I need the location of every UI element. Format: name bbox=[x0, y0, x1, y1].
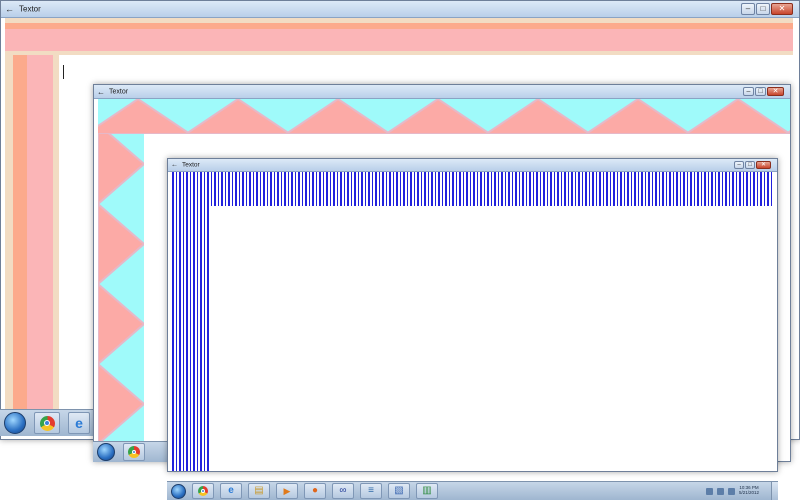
close-button[interactable]: ✕ bbox=[771, 3, 793, 15]
system-tray: 10:36 PM 5/21/2012 bbox=[705, 485, 765, 496]
folder-icon: ▤ bbox=[254, 485, 264, 496]
textor-window-3[interactable]: ← Textor – □ ✕ bbox=[167, 158, 778, 472]
window-title: Textor bbox=[182, 161, 200, 169]
maximize-icon: □ bbox=[760, 4, 766, 13]
chrome-icon bbox=[128, 446, 140, 458]
network-taskbar-button[interactable]: ∞ bbox=[332, 483, 354, 499]
volume-icon[interactable] bbox=[716, 487, 724, 495]
media-player-icon: ▶ bbox=[283, 485, 291, 496]
firefox-icon: ● bbox=[311, 485, 319, 496]
internet-explorer-taskbar-button[interactable]: e bbox=[68, 412, 90, 434]
window-title: Textor bbox=[109, 88, 129, 95]
chrome-icon bbox=[198, 486, 208, 496]
start-orb-icon[interactable] bbox=[97, 443, 115, 461]
triangle-pattern-left bbox=[98, 134, 144, 443]
chrome-icon bbox=[39, 415, 55, 431]
maximize-button[interactable]: □ bbox=[756, 3, 770, 15]
internet-explorer-icon: e bbox=[75, 415, 83, 431]
close-icon: ✕ bbox=[778, 4, 786, 13]
notepad-icon: ≡ bbox=[368, 485, 374, 496]
title-bar[interactable]: ← Textor – □ ✕ bbox=[94, 85, 790, 99]
taskbar-3: e ▤ ▶ ● ∞ ≡ ▧ ▥ 10:36 PM 5/21/2012 bbox=[167, 481, 778, 500]
start-orb-icon[interactable] bbox=[4, 412, 26, 434]
maximize-icon: □ bbox=[758, 88, 763, 95]
internet-explorer-taskbar-button[interactable]: e bbox=[220, 483, 242, 499]
close-button[interactable]: ✕ bbox=[767, 87, 784, 96]
decorative-border-left bbox=[5, 55, 59, 409]
title-bar[interactable]: ← Textor – □ ✕ bbox=[1, 1, 799, 18]
minimize-button[interactable]: – bbox=[741, 3, 755, 15]
network-icon: ∞ bbox=[339, 485, 347, 496]
close-icon: ✕ bbox=[772, 88, 779, 95]
firefox-taskbar-button[interactable]: ● bbox=[304, 483, 326, 499]
decorative-border-left bbox=[172, 206, 210, 471]
back-arrow-icon[interactable]: ← bbox=[171, 162, 178, 169]
paint-icon: ▧ bbox=[394, 485, 404, 496]
chrome-taskbar-button[interactable] bbox=[192, 483, 214, 499]
taskbar-1: e bbox=[0, 409, 96, 436]
textor-icon: ▥ bbox=[422, 485, 432, 496]
decorative-border-left bbox=[98, 134, 144, 443]
close-button[interactable]: ✕ bbox=[756, 161, 771, 169]
decorative-border-top bbox=[5, 18, 793, 55]
window-controls: – □ ✕ bbox=[743, 87, 784, 96]
start-orb-icon[interactable] bbox=[171, 483, 186, 499]
textor-taskbar-button[interactable]: ▥ bbox=[416, 483, 438, 499]
text-editing-area[interactable] bbox=[210, 206, 773, 471]
window-title: Textor bbox=[19, 4, 41, 14]
show-desktop-button[interactable] bbox=[771, 482, 778, 500]
paint-taskbar-button[interactable]: ▧ bbox=[388, 483, 410, 499]
minimize-button[interactable]: – bbox=[734, 161, 744, 169]
minimize-icon: – bbox=[745, 4, 751, 13]
window-controls: – □ ✕ bbox=[741, 3, 793, 15]
network-status-icon[interactable] bbox=[705, 487, 713, 495]
triangle-pattern-top bbox=[98, 99, 790, 134]
maximize-button[interactable]: □ bbox=[745, 161, 755, 169]
close-icon: ✕ bbox=[760, 162, 767, 168]
clock-date: 5/21/2012 bbox=[738, 490, 759, 495]
clock[interactable]: 10:36 PM 5/21/2012 bbox=[738, 485, 759, 496]
media-player-taskbar-button[interactable]: ▶ bbox=[276, 483, 298, 499]
maximize-icon: □ bbox=[748, 162, 752, 168]
decorative-border-top bbox=[98, 99, 790, 134]
minimize-icon: – bbox=[746, 88, 751, 95]
back-arrow-icon[interactable]: ← bbox=[5, 4, 14, 14]
text-caret bbox=[63, 65, 64, 79]
windows-explorer-taskbar-button[interactable]: ▤ bbox=[248, 483, 270, 499]
maximize-button[interactable]: □ bbox=[755, 87, 766, 96]
chrome-taskbar-button[interactable] bbox=[123, 443, 145, 461]
window-controls: – □ ✕ bbox=[734, 161, 771, 169]
internet-explorer-icon: e bbox=[228, 485, 234, 496]
action-center-icon[interactable] bbox=[727, 487, 735, 495]
minimize-icon: – bbox=[737, 162, 741, 168]
title-bar[interactable]: ← Textor – □ ✕ bbox=[168, 159, 777, 172]
minimize-button[interactable]: – bbox=[743, 87, 754, 96]
back-arrow-icon[interactable]: ← bbox=[97, 87, 105, 96]
notepad-taskbar-button[interactable]: ≡ bbox=[360, 483, 382, 499]
taskbar-2 bbox=[93, 441, 171, 462]
decorative-border-top bbox=[172, 172, 773, 206]
chrome-taskbar-button[interactable] bbox=[34, 412, 60, 434]
